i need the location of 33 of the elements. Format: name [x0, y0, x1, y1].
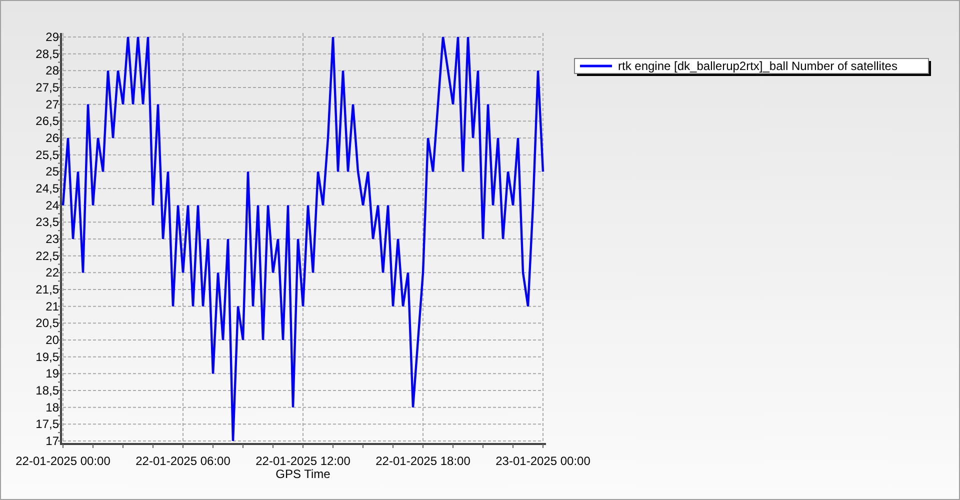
y-tick-label: 28	[46, 64, 59, 78]
y-tick-label: 24,5	[36, 182, 59, 196]
y-tick-label: 24	[46, 198, 59, 212]
y-tick-label: 19	[46, 366, 59, 381]
y-tick-label: 27,5	[36, 80, 59, 94]
y-tick-label: 22,5	[36, 248, 59, 263]
y-tick-label: 17,5	[36, 417, 59, 432]
y-tick-label: 19,5	[36, 350, 59, 364]
y-tick-label: 23	[46, 232, 59, 246]
y-tick-label: 27	[46, 97, 59, 112]
x-tick-label: 22-01-2025 06:00	[136, 454, 230, 468]
y-tick-label: 29	[46, 30, 59, 44]
legend-swatch	[580, 64, 612, 68]
x-tick-label: 22-01-2025 00:00	[16, 454, 110, 468]
y-tick-label: 25	[46, 164, 59, 179]
y-tick-label: 22	[46, 266, 59, 280]
x-tick-label: 22-01-2025 12:00	[256, 454, 350, 468]
y-tick-label: 17	[46, 434, 59, 448]
y-tick-label: 18	[46, 400, 59, 414]
y-tick-label: 25,5	[36, 148, 59, 162]
y-tick-label: 26	[46, 131, 59, 145]
y-tick-label: 21,5	[36, 282, 59, 296]
x-tick-label: 22-01-2025 18:00	[376, 454, 470, 468]
legend-label: rtk engine [dk_ballerup2rtx]_ball Number of satellites	[618, 59, 898, 73]
y-tick-label: 23,5	[36, 215, 59, 230]
y-tick-label: 20,5	[36, 316, 59, 330]
x-axis-title: GPS Time	[276, 467, 330, 481]
x-tick-label: 23-01-2025 00:00	[496, 454, 590, 468]
y-tick-label: 21	[46, 299, 59, 314]
y-tick-label: 26,5	[36, 114, 59, 128]
y-tick-label: 18,5	[36, 384, 59, 398]
y-tick-label: 20	[46, 333, 59, 347]
y-tick-label: 28,5	[36, 46, 59, 61]
